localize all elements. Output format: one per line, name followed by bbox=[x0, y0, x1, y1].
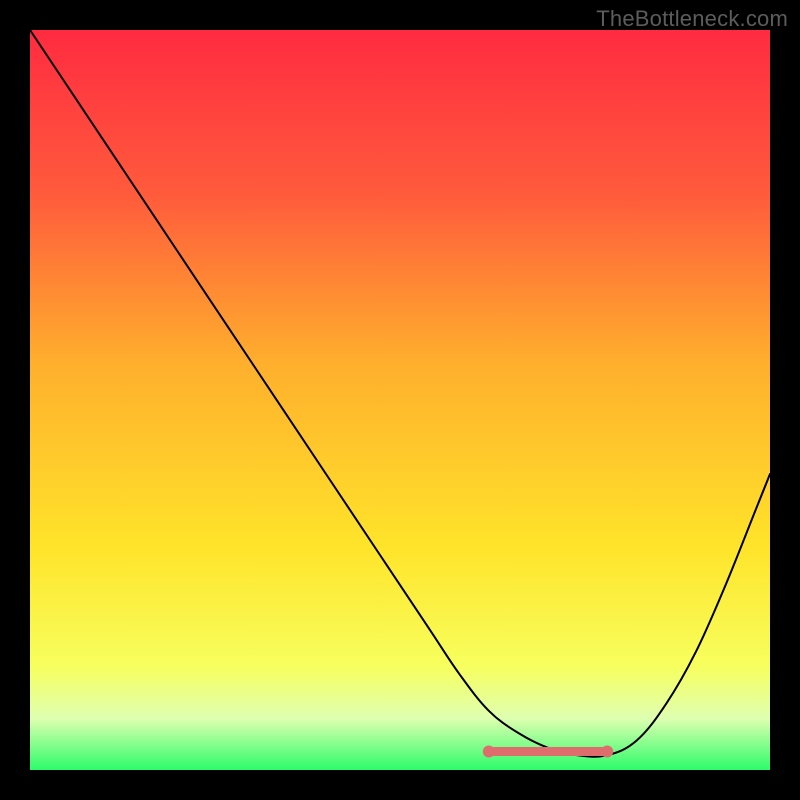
bottleneck-chart bbox=[30, 30, 770, 770]
sweet-spot-dot-left bbox=[483, 746, 495, 758]
sweet-spot-dot-right bbox=[601, 746, 613, 758]
gradient-background bbox=[30, 30, 770, 770]
watermark-text: TheBottleneck.com bbox=[596, 6, 788, 32]
chart-container: TheBottleneck.com bbox=[0, 0, 800, 800]
